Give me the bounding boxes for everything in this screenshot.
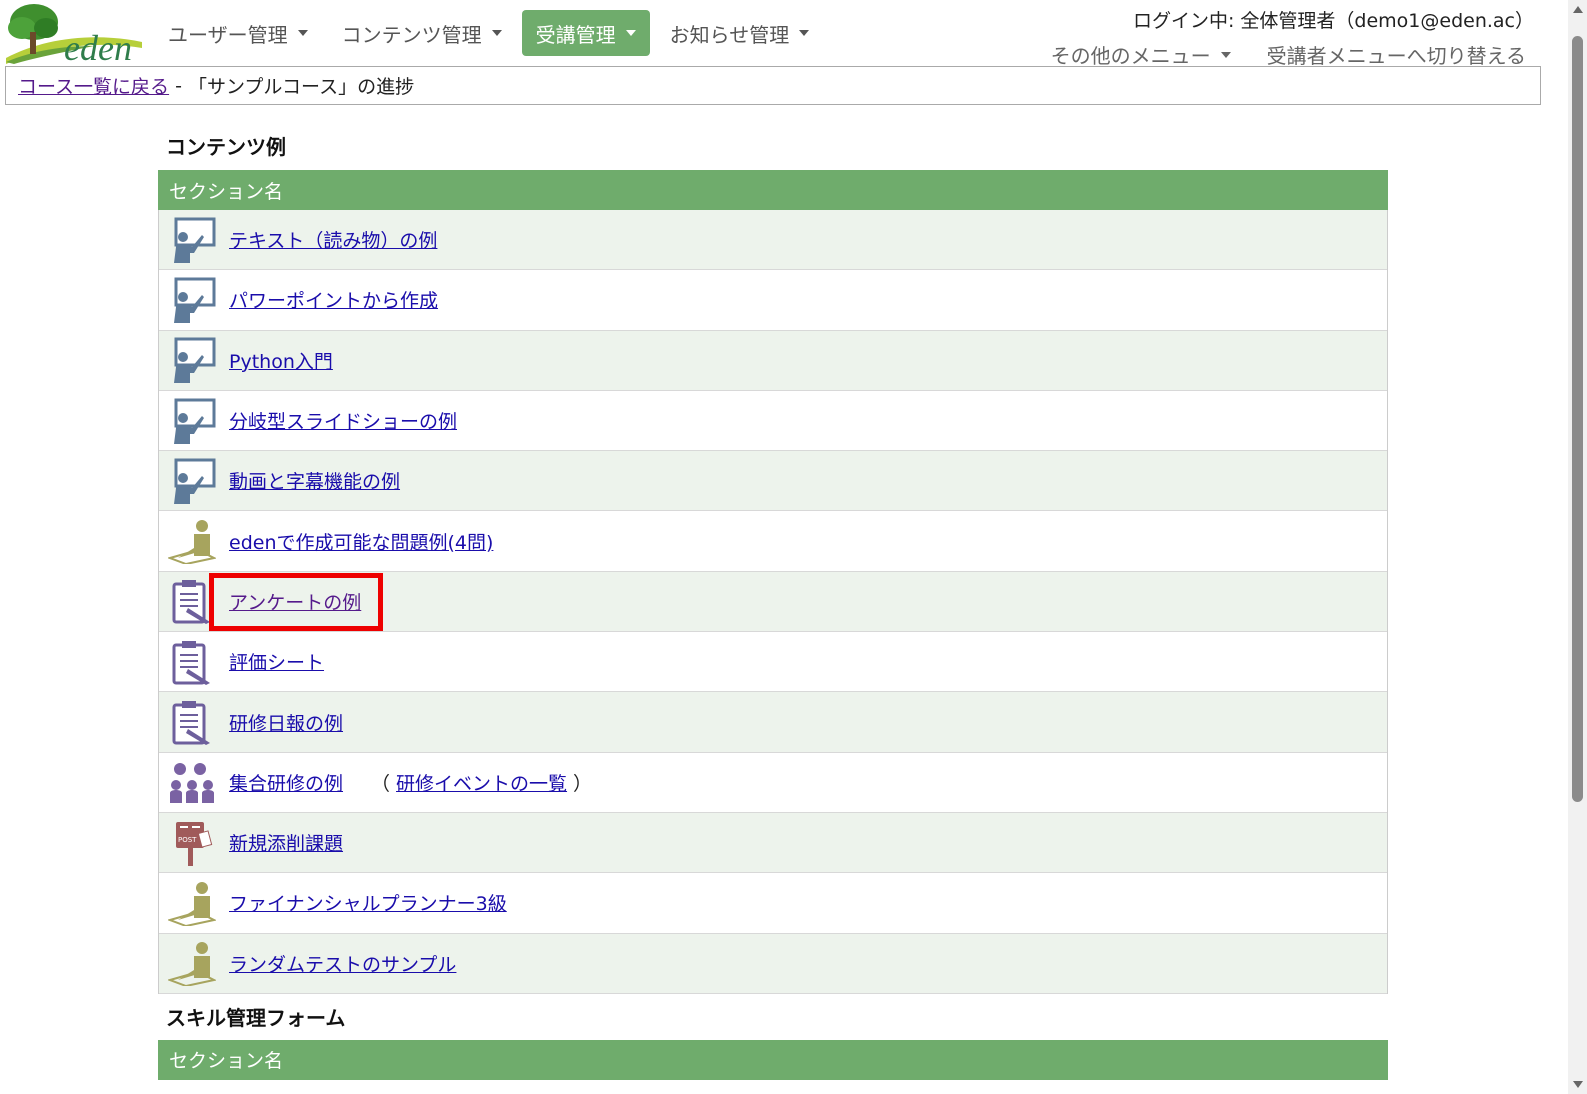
content-link[interactable]: 集合研修の例 [229, 769, 343, 796]
content-link[interactable]: ランダムテストのサンプル [229, 950, 456, 977]
table-row: テキスト（読み物）の例 [159, 210, 1387, 271]
clipboard-icon [167, 698, 217, 746]
content-link[interactable]: 評価シート [229, 648, 324, 675]
nav-label: 受講管理 [535, 22, 616, 47]
section-header: セクション名 [158, 1039, 1388, 1080]
nav-label: コンテンツ管理 [341, 22, 482, 47]
other-menu-label: その他のメニュー [1050, 44, 1211, 68]
table-row: edenで作成可能な問題例(4問) [159, 511, 1387, 572]
scroll-thumb[interactable] [1572, 36, 1583, 802]
table-row: POST 新規添削課題 [159, 812, 1387, 874]
section-title: コンテンツ例 [166, 134, 286, 159]
nav-user-management[interactable]: ユーザー管理 [154, 10, 322, 56]
lecture-icon [167, 397, 217, 445]
header: eden ユーザー管理 コンテンツ管理 受講管理 お知らせ管理 ログイン中: 全… [0, 0, 1548, 69]
lecture-icon [167, 336, 217, 384]
content-link[interactable]: 動画と字幕機能の例 [229, 467, 400, 494]
clipboard-icon [167, 638, 217, 686]
scroll-up-arrow-icon[interactable] [1573, 6, 1583, 13]
table-row: 動画と字幕機能の例 [159, 451, 1387, 512]
table-row: 研修日報の例 [159, 692, 1387, 753]
logo-text: eden [64, 28, 132, 64]
event-list-wrapper: （研修イベントの一覧 ） [371, 769, 592, 796]
content-link[interactable]: 新規添削課題 [229, 829, 343, 856]
scroll-down-arrow-icon[interactable] [1573, 1081, 1583, 1088]
caret-down-icon [297, 30, 308, 36]
post-icon: POST [167, 819, 217, 867]
back-to-course-list-link[interactable]: コース一覧に戻る [18, 72, 169, 99]
section-header: セクション名 [158, 170, 1388, 210]
breadcrumb-separator: - [169, 74, 188, 97]
content-link[interactable]: パワーポイントから作成 [229, 286, 438, 313]
lecture-icon [167, 457, 217, 505]
vertical-scrollbar[interactable] [1568, 0, 1587, 1094]
table-row: Python入門 [159, 330, 1387, 391]
switch-to-student-menu-link[interactable]: 受講者メニューへ切り替える [1267, 40, 1526, 69]
content-link[interactable]: 研修日報の例 [229, 709, 343, 736]
nav-course-management[interactable]: 受講管理 [521, 10, 650, 56]
table-row: ランダムテストのサンプル [159, 933, 1387, 994]
event-list-link[interactable]: 研修イベントの一覧 [396, 773, 567, 795]
group-training-icon [167, 758, 217, 806]
table-row: パワーポイントから作成 [159, 270, 1387, 331]
nav-label: お知らせ管理 [669, 22, 790, 47]
caret-down-icon [491, 30, 502, 36]
test-icon [167, 517, 217, 565]
svg-text:POST: POST [178, 836, 197, 844]
paren-open: （ [371, 772, 391, 795]
test-icon [167, 879, 217, 927]
main-content: コンテンツ例 セクション名 テキスト（読み物）の例 パワーポイントから作成 Pyth… [158, 120, 1388, 1080]
content-link[interactable]: 分岐型スライドショーの例 [229, 407, 457, 434]
other-menu-dropdown[interactable]: その他のメニュー [1051, 40, 1231, 69]
nav-content-management[interactable]: コンテンツ管理 [328, 10, 516, 56]
lecture-icon [167, 216, 217, 264]
nav-notice-management[interactable]: お知らせ管理 [656, 10, 824, 56]
main-nav: ユーザー管理 コンテンツ管理 受講管理 お知らせ管理 [154, 10, 823, 56]
table-row: 集合研修の例 （研修イベントの一覧 ） [159, 752, 1387, 813]
table-row: 分岐型スライドショーの例 [159, 390, 1387, 452]
table-row: 評価シート [159, 632, 1387, 693]
breadcrumb: コース一覧に戻る - 「サンプルコース」の進捗 [5, 66, 1541, 105]
content-link[interactable]: Python入門 [229, 347, 333, 374]
content-link[interactable]: テキスト（読み物）の例 [229, 226, 437, 253]
caret-down-icon [1220, 51, 1231, 58]
nav-label: ユーザー管理 [168, 22, 288, 47]
eden-logo[interactable]: eden [4, 2, 144, 68]
sub-menu: その他のメニュー 受講者メニューへ切り替える [1051, 40, 1526, 69]
table-row: ファイナンシャルプランナー3級 [159, 873, 1387, 934]
test-icon [167, 939, 217, 987]
breadcrumb-current: 「サンプルコース」の進捗 [188, 76, 415, 98]
section-title: スキル管理フォーム [166, 1006, 346, 1031]
caret-down-icon [625, 30, 636, 36]
content-list: テキスト（読み物）の例 パワーポイントから作成 Python入門分岐型スライドショー… [158, 210, 1388, 994]
caret-down-icon [799, 30, 810, 36]
lecture-icon [167, 276, 217, 324]
paren-close: ） [573, 772, 593, 795]
content-link[interactable]: ファイナンシャルプランナー3級 [229, 889, 507, 916]
login-info: ログイン中: 全体管理者（demo1@eden.ac） [1132, 10, 1534, 32]
content-link[interactable]: edenで作成可能な問題例(4問) [229, 528, 493, 555]
table-row: アンケートの例 [159, 571, 1387, 633]
highlight-box [209, 572, 383, 631]
